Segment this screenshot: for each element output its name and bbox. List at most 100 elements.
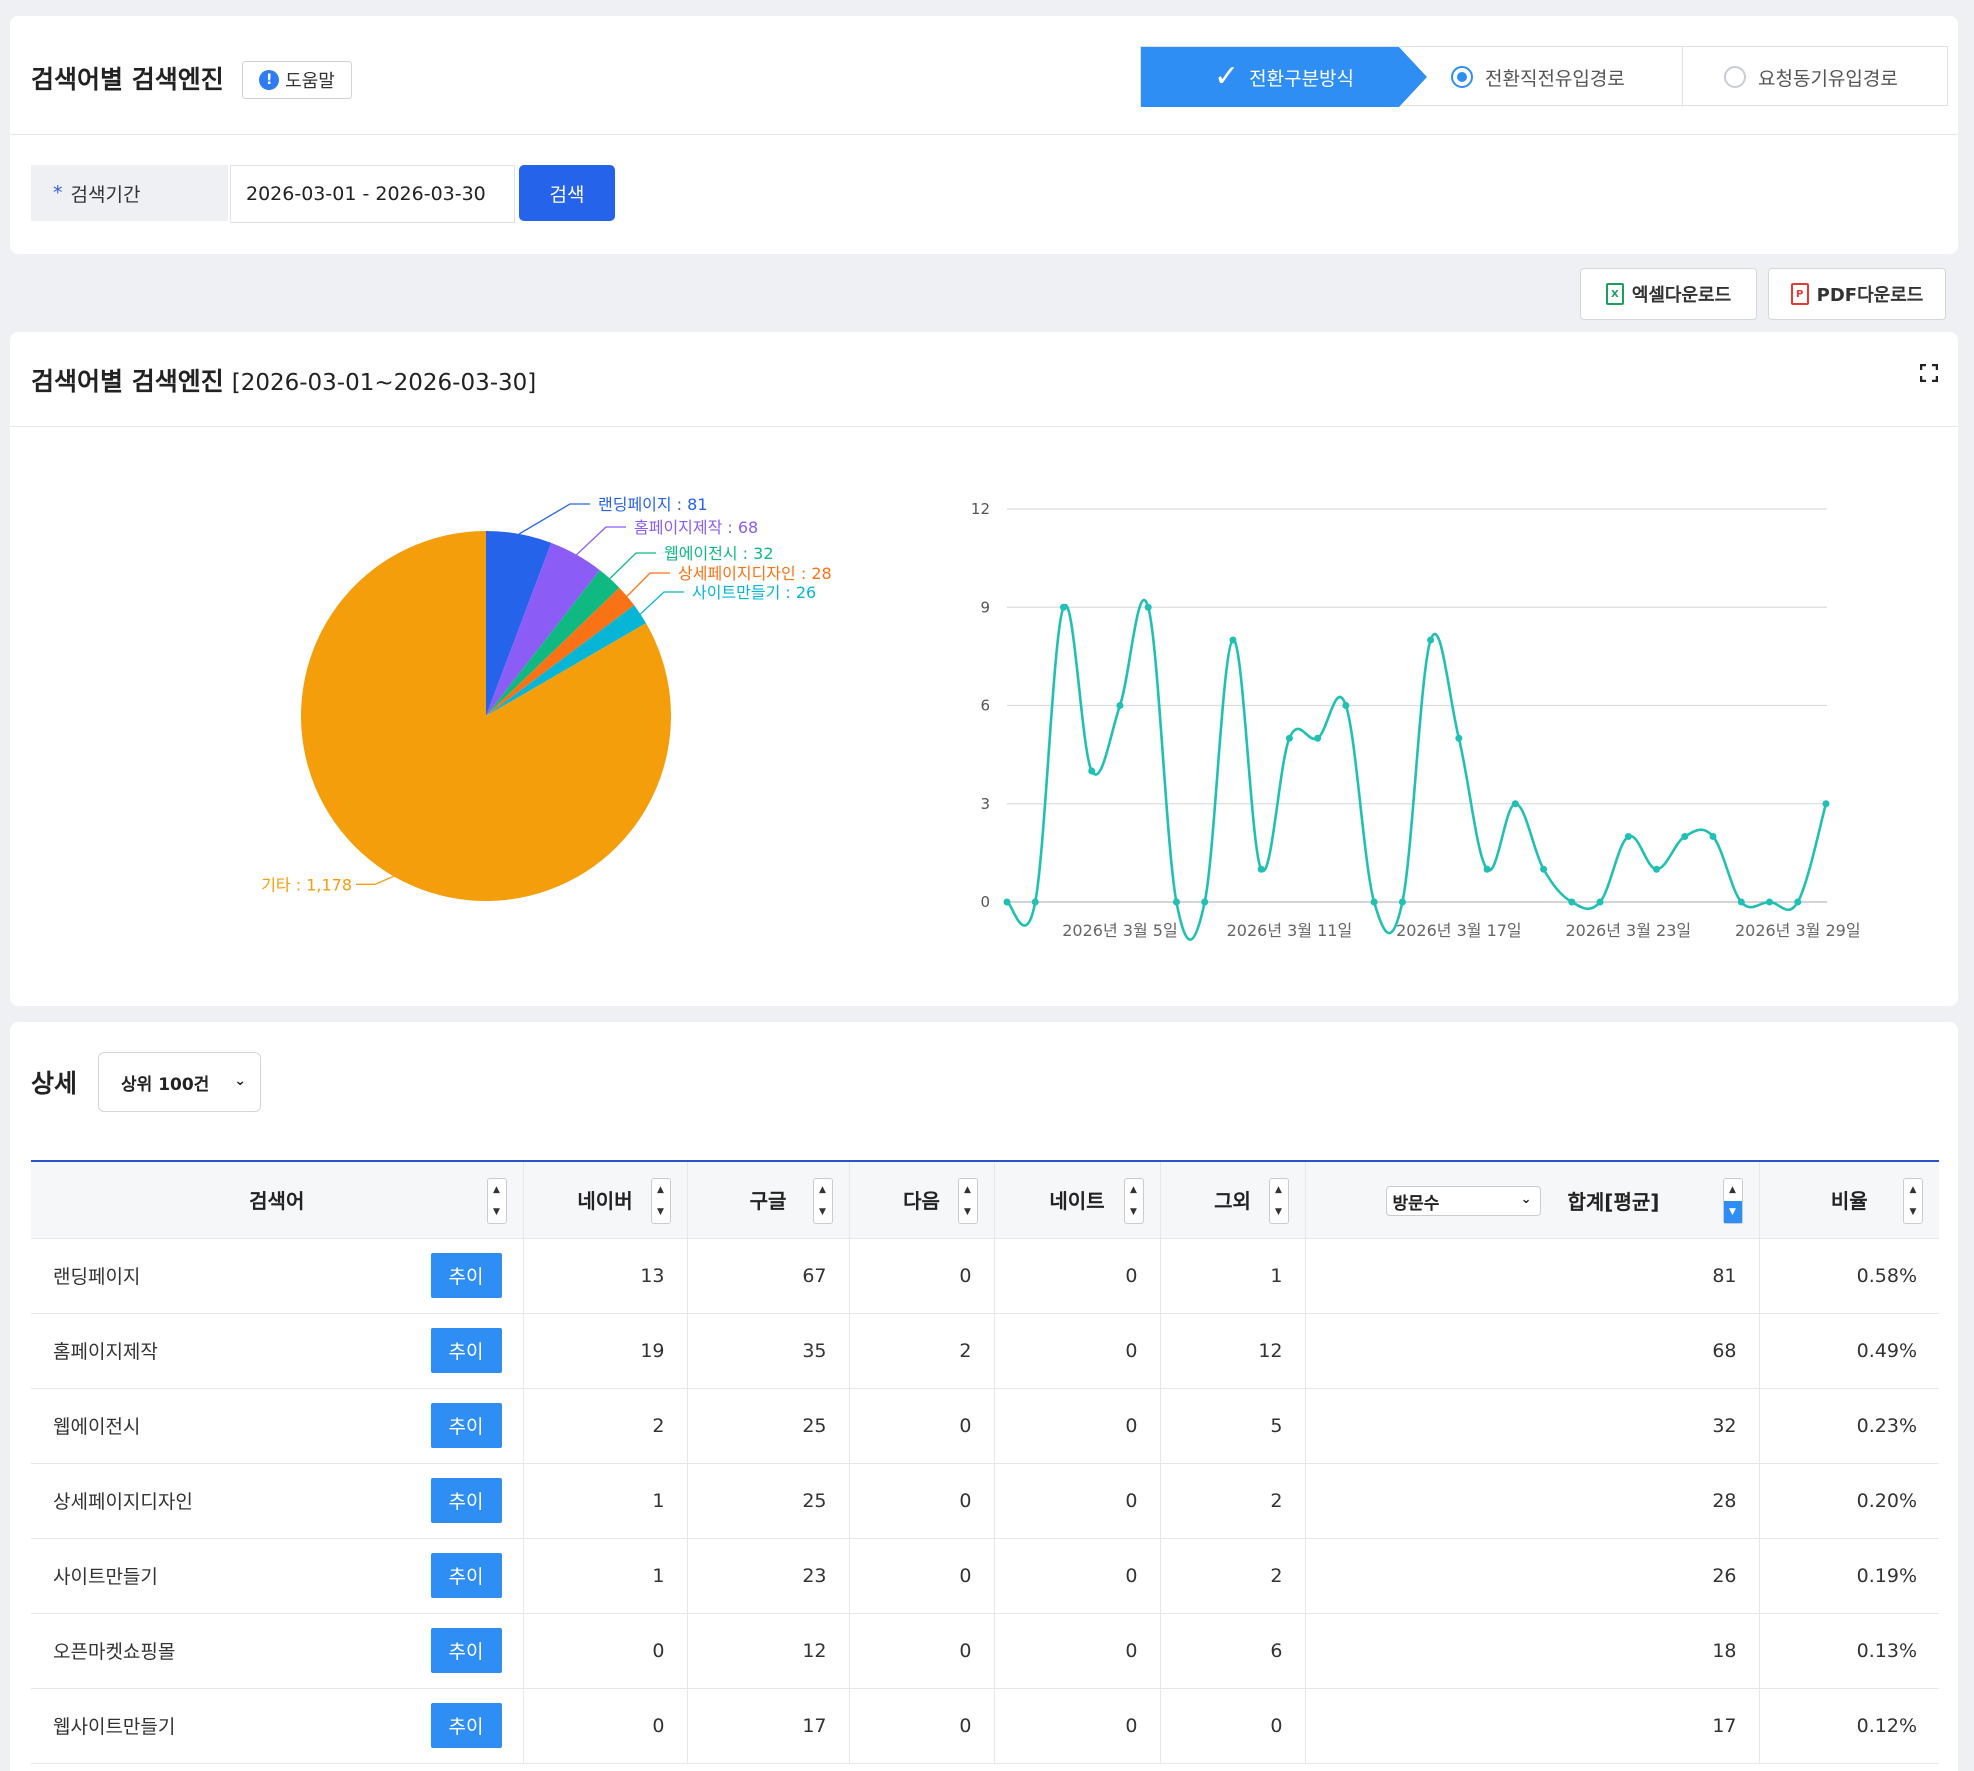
col-other: 그외 ▲ ▼: [1160, 1161, 1306, 1239]
sort-control[interactable]: ▲ ▼: [650, 1178, 671, 1224]
trend-button[interactable]: 추이: [430, 1552, 502, 1598]
sort-control[interactable]: ▲ ▼: [812, 1178, 833, 1224]
cell-keyword: 웹사이트만들기 추이: [31, 1688, 524, 1764]
trend-button[interactable]: 추이: [430, 1477, 502, 1523]
chevron-down-icon: ⌄: [1520, 1192, 1532, 1207]
y-tick-label: 0: [980, 893, 990, 911]
sort-up-icon[interactable]: ▲: [1724, 1179, 1742, 1201]
sort-up-icon[interactable]: ▲: [1270, 1179, 1288, 1201]
data-point: [1116, 702, 1124, 709]
radio-last-inflow[interactable]: 전환직전유입경로: [1451, 47, 1625, 107]
period-label-text: 검색기간: [70, 183, 141, 206]
sort-down-icon[interactable]: ▼: [1125, 1201, 1143, 1223]
x-tick-label: 2026년 3월 5일: [1062, 921, 1177, 940]
sort-down-icon[interactable]: ▼: [652, 1201, 670, 1223]
cell-other: 0: [1160, 1688, 1306, 1764]
cell-nate: 0: [994, 1688, 1161, 1764]
cell-nate: 0: [994, 1313, 1161, 1389]
data-point: [1285, 734, 1293, 742]
trend-button[interactable]: 추이: [430, 1627, 502, 1673]
sort-up-icon[interactable]: ▲: [488, 1179, 506, 1201]
cell-google: 12: [687, 1613, 850, 1689]
pdf-download-label: PDF다운로드: [1816, 285, 1924, 306]
sort-control[interactable]: ▲ ▼: [1123, 1178, 1144, 1224]
excel-file-icon: X: [1605, 283, 1624, 305]
help-button[interactable]: ! 도움말: [242, 61, 352, 99]
sort-control[interactable]: ▲ ▼: [1268, 1178, 1289, 1224]
sort-down-icon[interactable]: ▼: [1723, 1201, 1742, 1223]
data-point: [1398, 898, 1406, 906]
filter-card: 검색어별 검색엔진 ! 도움말 ✓ 전환구분방식 전환직전유입경로 요청동기유입…: [10, 16, 1958, 254]
data-point: [1624, 833, 1632, 840]
cell-ratio: 0.19%: [1759, 1538, 1939, 1614]
excel-download-button[interactable]: X 엑셀다운로드: [1580, 268, 1757, 320]
cell-other: 6: [1160, 1613, 1306, 1689]
sort-control[interactable]: ▲ ▼: [486, 1178, 507, 1224]
cell-google: 35: [687, 1313, 850, 1389]
data-point: [1455, 734, 1463, 742]
radio-unchecked-icon: [1724, 66, 1746, 88]
cell-keyword: 사이트만들기 추이: [31, 1538, 524, 1614]
pie-label: 웹에이전시 : 32: [664, 544, 774, 563]
check-icon: ✓: [1213, 59, 1240, 94]
cell-naver: 19: [523, 1313, 688, 1389]
radio-label: 전환직전유입경로: [1485, 67, 1625, 90]
radio-label: 요청동기유입경로: [1758, 67, 1898, 90]
sort-up-icon[interactable]: ▲: [1125, 1179, 1143, 1201]
sort-down-icon[interactable]: ▼: [814, 1201, 832, 1223]
cell-nate: 0: [994, 1388, 1161, 1464]
cell-keyword: 랜딩페이지 추이: [31, 1238, 524, 1314]
data-point: [1822, 800, 1830, 808]
table-row: 홈페이지제작 추이 19 35 2 0 12 68 0.49%: [31, 1313, 1939, 1389]
pdf-file-icon: P: [1790, 283, 1809, 305]
sort-control[interactable]: ▲ ▼: [957, 1178, 978, 1224]
chart-title: 검색어별 검색엔진 [2026-03-01~2026-03-30]: [31, 362, 536, 398]
cell-keyword: 상세페이지디자인 추이: [31, 1463, 524, 1539]
sort-down-icon[interactable]: ▼: [959, 1201, 977, 1223]
top-n-select[interactable]: 상위 100건 ⌄: [98, 1052, 261, 1112]
cell-other: 12: [1160, 1313, 1306, 1389]
trend-button[interactable]: 추이: [430, 1327, 502, 1373]
chart-date-range: [2026-03-01~2026-03-30]: [231, 370, 537, 396]
sort-control[interactable]: ▲ ▼: [1903, 1178, 1923, 1224]
metric-select[interactable]: 방문수 ⌄: [1385, 1186, 1541, 1216]
cell-sum: 18: [1305, 1613, 1760, 1689]
sort-control[interactable]: ▲ ▼: [1722, 1178, 1743, 1224]
col-nate-label: 네이트: [1049, 1189, 1105, 1214]
sort-up-icon[interactable]: ▲: [959, 1179, 977, 1201]
cell-ratio: 0.20%: [1759, 1463, 1939, 1539]
search-button[interactable]: 검색: [519, 165, 615, 221]
cell-ratio: 0.13%: [1759, 1613, 1939, 1689]
cell-daum: 0: [849, 1538, 995, 1614]
fullscreen-icon[interactable]: [1920, 364, 1938, 382]
table-row: 사이트만들기 추이 1 23 0 0 2 26 0.19%: [31, 1538, 1939, 1614]
cell-daum: 2: [849, 1313, 995, 1389]
mode-conversion-type[interactable]: ✓ 전환구분방식: [1141, 47, 1427, 107]
date-range-input[interactable]: [230, 165, 515, 223]
cell-google: 67: [687, 1238, 850, 1314]
pdf-download-button[interactable]: P PDF다운로드: [1768, 268, 1946, 320]
cell-nate: 0: [994, 1613, 1161, 1689]
sort-down-icon[interactable]: ▼: [488, 1201, 506, 1223]
cell-naver: 1: [523, 1538, 688, 1614]
trend-button[interactable]: 추이: [430, 1252, 502, 1298]
trend-button[interactable]: 추이: [430, 1402, 502, 1448]
sort-up-icon[interactable]: ▲: [652, 1179, 670, 1201]
period-label: * 검색기간: [31, 165, 228, 221]
data-point: [1709, 833, 1717, 840]
detail-table: 검색어 ▲ ▼ 네이버 ▲ ▼ 구글 ▲ ▼ 다음 ▲ ▼ 네이트 ▲ ▼ 그외 ▲ ▼ 방문수 ⌄ 합계…: [31, 1160, 1939, 1764]
sort-down-icon[interactable]: ▼: [1270, 1201, 1288, 1223]
data-point: [1370, 898, 1378, 906]
trend-button[interactable]: 추이: [430, 1702, 502, 1748]
sort-down-icon[interactable]: ▼: [1904, 1201, 1922, 1223]
data-point: [1031, 898, 1039, 906]
data-point: [1483, 865, 1491, 873]
col-ratio-label: 비율: [1830, 1189, 1868, 1214]
sort-up-icon[interactable]: ▲: [1904, 1179, 1922, 1201]
sort-up-icon[interactable]: ▲: [814, 1179, 832, 1201]
pie-label: 랜딩페이지 : 81: [598, 495, 708, 514]
cell-google: 23: [687, 1538, 850, 1614]
radio-request-inflow[interactable]: 요청동기유입경로: [1724, 47, 1898, 107]
cell-sum: 17: [1305, 1688, 1760, 1764]
col-other-label: 그외: [1214, 1189, 1251, 1214]
